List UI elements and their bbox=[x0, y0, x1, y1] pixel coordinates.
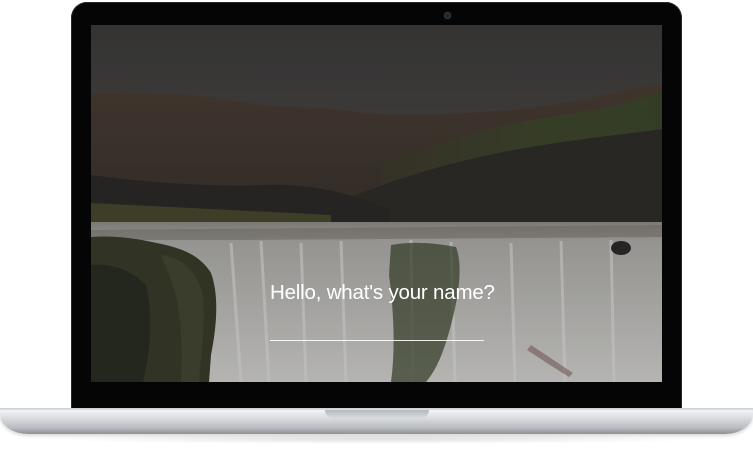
laptop-screen: Hello, what's your name? bbox=[91, 25, 662, 382]
greeting-question: Hello, what's your name? bbox=[270, 281, 495, 304]
laptop-mockup: Hello, what's your name? bbox=[0, 0, 753, 450]
camera-icon bbox=[444, 12, 451, 19]
laptop-shadow bbox=[40, 434, 713, 444]
laptop-opening-notch bbox=[325, 410, 429, 418]
name-input[interactable] bbox=[270, 314, 484, 341]
name-prompt: Hello, what's your name? bbox=[270, 280, 495, 341]
